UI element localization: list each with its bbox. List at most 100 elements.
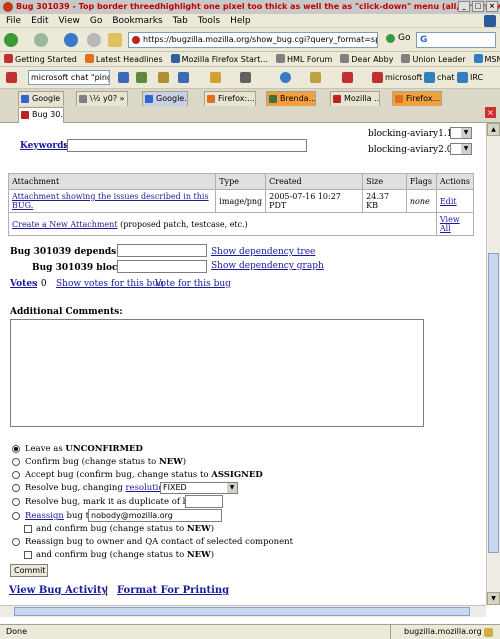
chat-label[interactable]: chat	[437, 73, 455, 82]
menu-tools[interactable]: Tools	[198, 16, 220, 26]
search-icon[interactable]	[118, 72, 129, 83]
blocking-aviary11-select[interactable]: ▼	[450, 127, 472, 139]
reassign-default-radio[interactable]	[12, 538, 20, 546]
menu-view[interactable]: View	[59, 16, 80, 26]
tab-mozilla[interactable]: Mozilla ...	[330, 91, 380, 106]
maximize-button[interactable]: □	[472, 1, 484, 12]
tab-bug-active[interactable]: Bug 30...	[18, 107, 64, 123]
keywords-field[interactable]	[67, 139, 307, 152]
default-confirm-label: and confirm bug (change status to NEW)	[36, 550, 215, 560]
create-attachment-hint: (proposed patch, testcase, etc.)	[120, 219, 248, 229]
bookmark-dear-abby[interactable]: Dear Abby	[340, 54, 393, 64]
bookmark-hml-forum[interactable]: HML Forum	[275, 54, 332, 64]
firefox-favicon-icon	[207, 95, 215, 103]
bookmark-getting-started[interactable]: Getting Started	[4, 54, 77, 64]
confirm-bug-radio[interactable]	[12, 458, 20, 466]
reassign-confirm-checkbox[interactable]	[24, 525, 32, 533]
blocks-field[interactable]	[117, 260, 207, 273]
bookmark-icon	[401, 54, 411, 63]
scroll-down-arrow-icon[interactable]: ▼	[487, 592, 500, 605]
scrollbar-thumb[interactable]	[488, 253, 499, 553]
info-icon[interactable]	[280, 72, 291, 83]
tab-brenda[interactable]: Brenda...	[266, 91, 316, 106]
google-favicon-icon	[21, 95, 29, 103]
view-bug-activity-link[interactable]: View Bug Activity	[9, 585, 107, 596]
dropdown-arrow-icon: ▼	[461, 144, 471, 154]
forward-icon[interactable]	[34, 33, 48, 47]
tab-firefox-1[interactable]: Firefox:...	[204, 91, 256, 106]
close-window-button[interactable]: ×	[486, 1, 498, 12]
bookmark-msn[interactable]: MSN.com	[473, 54, 500, 64]
back-icon[interactable]	[4, 33, 18, 47]
page-favicon-icon	[79, 95, 87, 103]
resolve-bug-radio[interactable]	[12, 484, 20, 492]
tab-google-2[interactable]: Google...	[142, 91, 188, 106]
rss-icon	[84, 54, 94, 63]
resolution-select[interactable]: FIXED ▼	[160, 482, 238, 494]
horizontal-scrollbar-thumb[interactable]	[14, 607, 470, 616]
menu-file[interactable]: File	[6, 16, 21, 26]
chat-search-input[interactable]: microsoft chat "ping tim	[28, 70, 110, 85]
leave-unconfirmed-radio[interactable]	[12, 445, 20, 453]
keywords-link[interactable]: Keywords	[20, 141, 68, 151]
duplicate-radio[interactable]	[12, 498, 20, 506]
microsoft-label[interactable]: microsoft	[385, 73, 422, 82]
default-confirm-checkbox[interactable]	[24, 551, 32, 559]
blocking-aviary20-select[interactable]: ▼	[450, 143, 472, 155]
gear-icon[interactable]	[240, 72, 251, 83]
irc-icon	[457, 72, 468, 83]
search-input[interactable]: G	[416, 32, 496, 48]
home-icon[interactable]	[108, 33, 122, 47]
irc-label[interactable]: IRC	[470, 73, 483, 82]
create-attachment-link[interactable]: Create a New Attachment	[12, 220, 118, 229]
lock-icon[interactable]	[484, 628, 493, 637]
attachment-edit-link[interactable]: Edit	[440, 197, 457, 206]
duplicate-bug-field[interactable]	[185, 495, 223, 508]
vertical-scrollbar[interactable]: ▲ ▼	[486, 123, 500, 605]
show-votes-link[interactable]: Show votes for this bug	[56, 279, 164, 289]
bookmark-latest-headlines[interactable]: Latest Headlines	[84, 54, 163, 64]
comment-textarea[interactable]	[10, 319, 424, 427]
go-button[interactable]: Go	[386, 33, 410, 43]
commit-button[interactable]: Commit	[10, 564, 48, 577]
chat-icon[interactable]	[158, 72, 169, 83]
minimize-button[interactable]: _	[458, 1, 470, 12]
pages-icon[interactable]	[178, 72, 189, 83]
highlight-icon[interactable]	[210, 72, 221, 83]
menu-go[interactable]: Go	[90, 16, 102, 26]
reload-icon[interactable]	[64, 33, 78, 47]
reassign-link[interactable]: Reassign	[25, 511, 64, 521]
tab-google-1[interactable]: Google ...	[18, 91, 64, 106]
show-dependency-graph-link[interactable]: Show dependency graph	[211, 261, 324, 271]
firefox-favicon-icon	[395, 95, 403, 103]
horizontal-scrollbar[interactable]	[0, 605, 486, 617]
reassign-field[interactable]: nobody@mozilla.org	[88, 509, 222, 522]
menu-bookmarks[interactable]: Bookmarks	[112, 16, 162, 26]
reassign-radio[interactable]	[12, 512, 20, 520]
depends-on-field[interactable]	[117, 244, 207, 257]
tab-firefox-2[interactable]: Firefox...	[392, 91, 442, 106]
site-favicon	[132, 36, 140, 44]
stop-icon[interactable]	[87, 33, 101, 47]
window-title-bar[interactable]: Bug 301039 - Top border threedhighlight …	[0, 0, 500, 14]
bookmark-union-leader[interactable]: Union Leader	[401, 54, 466, 64]
menu-tab[interactable]: Tab	[173, 16, 188, 26]
tab-second[interactable]: \½ y0? » S...	[76, 91, 128, 106]
folder-icon[interactable]	[310, 72, 321, 83]
close-tab-icon[interactable]: ×	[485, 107, 496, 118]
attachment-link[interactable]: Attachment showing the issues described …	[12, 192, 209, 210]
accept-bug-radio[interactable]	[12, 471, 20, 479]
votes-link[interactable]: Votes	[10, 279, 37, 289]
vote-for-bug-link[interactable]: Vote for this bug	[155, 279, 231, 289]
people-icon[interactable]	[136, 72, 147, 83]
menu-help[interactable]: Help	[230, 16, 251, 26]
show-dependency-tree-link[interactable]: Show dependency tree	[211, 247, 315, 257]
view-all-link[interactable]: View All	[440, 215, 460, 233]
bookmark-mozilla-start[interactable]: Mozilla Firefox Start...	[170, 54, 268, 64]
status-domain: bugzilla.mozilla.org	[404, 627, 482, 636]
menu-edit[interactable]: Edit	[31, 16, 48, 26]
url-bar[interactable]: https://bugzilla.mozilla.org/show_bug.cg…	[128, 32, 378, 48]
popup-blocker-icon[interactable]	[342, 72, 353, 83]
format-for-printing-link[interactable]: Format For Printing	[117, 585, 229, 596]
scroll-up-arrow-icon[interactable]: ▲	[487, 123, 500, 136]
